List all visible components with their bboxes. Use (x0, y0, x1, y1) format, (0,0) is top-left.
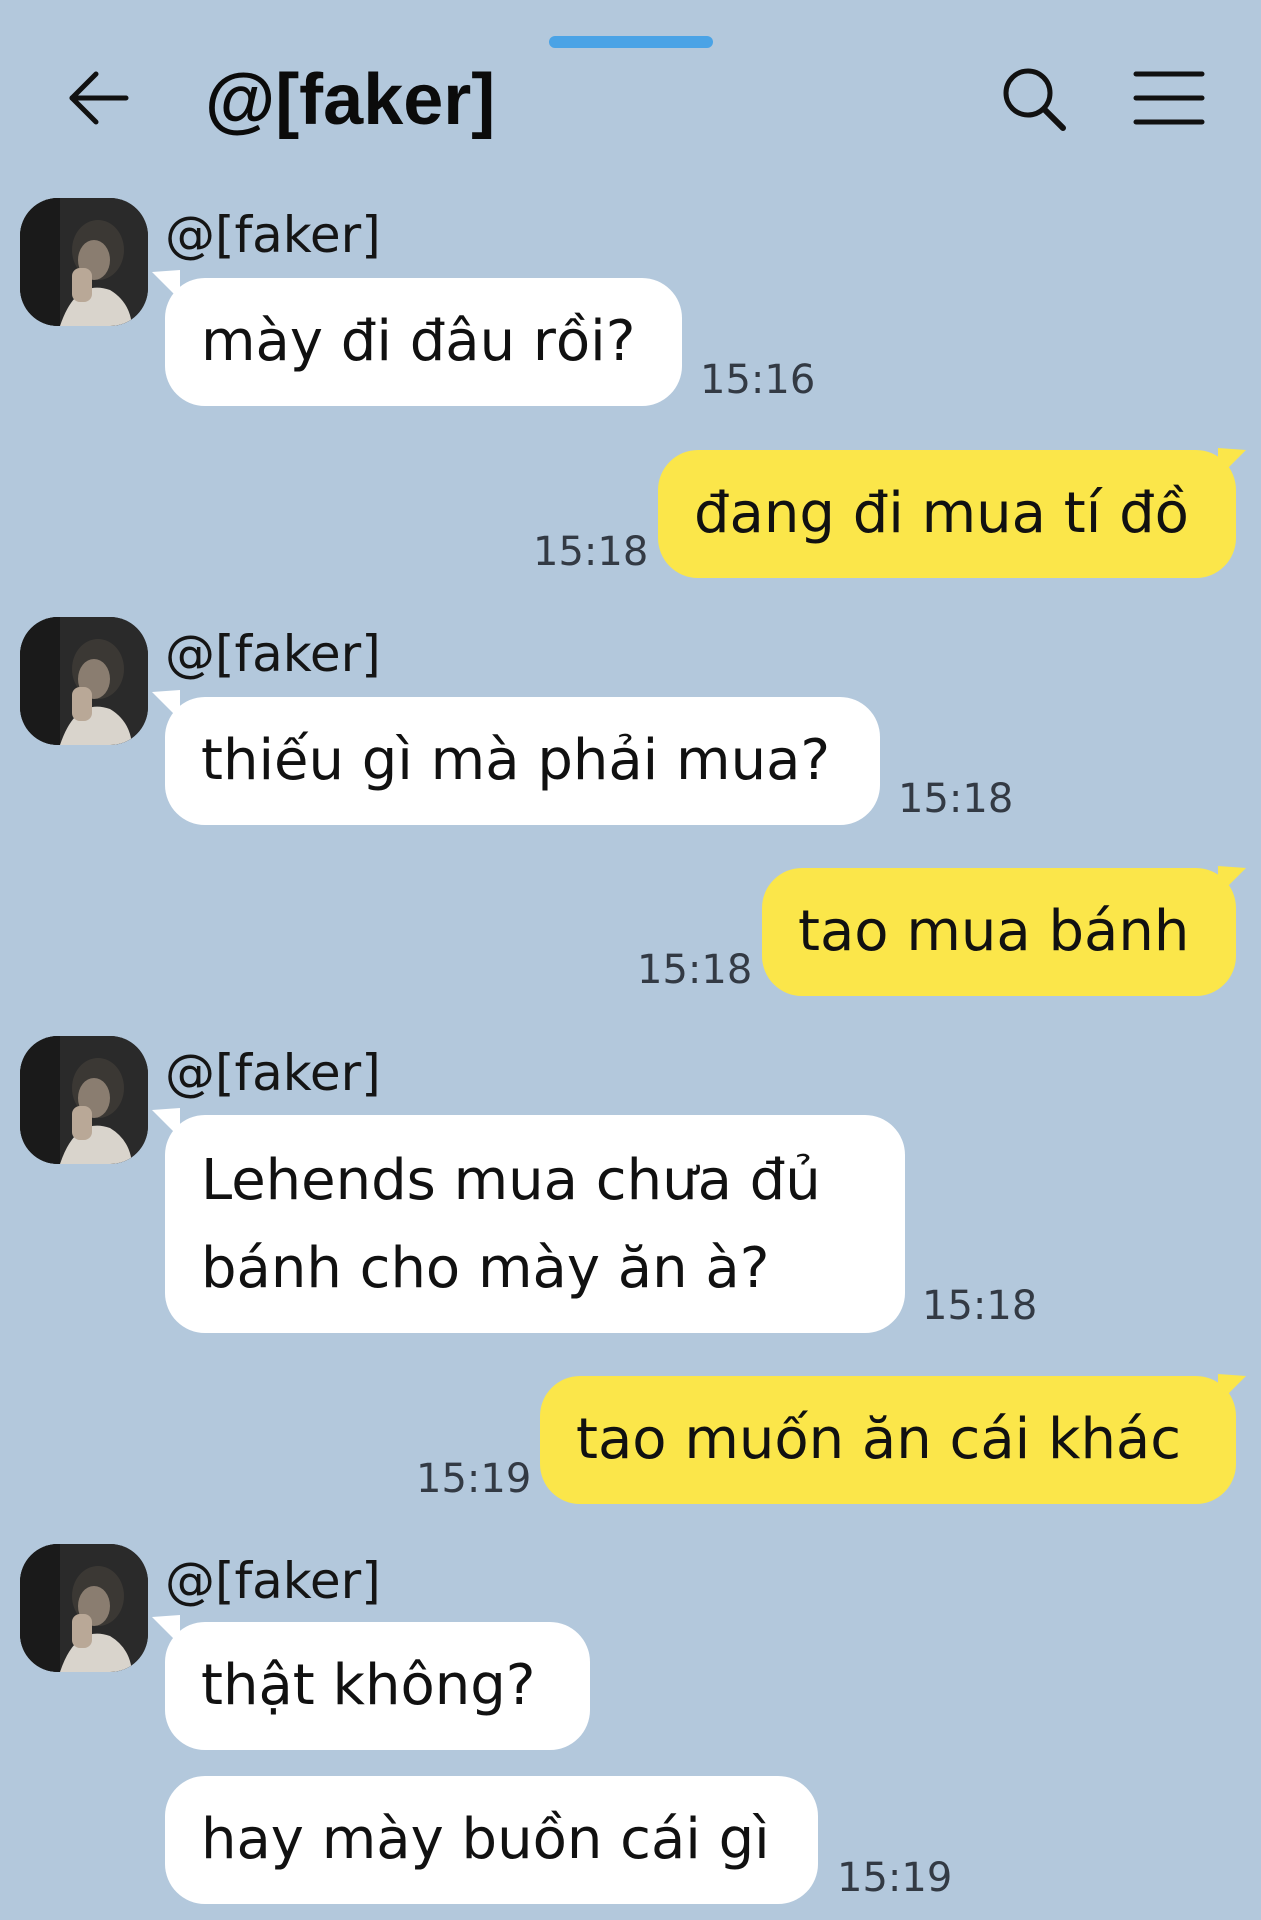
message-bubble-outgoing[interactable]: tao muốn ăn cái khác (540, 1376, 1236, 1504)
bubble-tail (1218, 448, 1246, 478)
avatar-photo (20, 198, 148, 326)
message-time: 15:19 (416, 1456, 532, 1502)
avatar[interactable] (20, 1544, 148, 1672)
message-bubble-incoming[interactable]: thật không? (165, 1622, 590, 1750)
menu-button[interactable] (1130, 60, 1210, 140)
chat-title: @[faker] (205, 60, 496, 140)
message-bubble-incoming[interactable]: Lehends mua chưa đủ bánh cho mày ăn à? (165, 1115, 905, 1333)
avatar[interactable] (20, 1036, 148, 1164)
message-bubble-incoming[interactable]: thiếu gì mà phải mua? (165, 697, 880, 825)
arrow-left-icon (69, 71, 129, 125)
message-bubble-outgoing[interactable]: tao mua bánh (762, 868, 1236, 996)
message-text: thật không? (201, 1653, 536, 1718)
message-text: thiếu gì mà phải mua? (201, 728, 831, 793)
hamburger-menu-icon (1133, 71, 1205, 125)
message-text-line: Lehends mua chưa đủ (201, 1148, 821, 1213)
sender-name: @[faker] (165, 206, 381, 264)
message-time: 15:19 (837, 1855, 953, 1901)
avatar-photo (20, 617, 148, 745)
message-text-line: bánh cho mày ăn à? (201, 1236, 770, 1301)
message-text: đang đi mua tí đồ (694, 481, 1189, 546)
avatar[interactable] (20, 198, 148, 326)
message-bubble-incoming[interactable]: mày đi đâu rồi? (165, 278, 682, 406)
chat-header: @[faker] (0, 0, 1261, 170)
message-time: 15:18 (922, 1283, 1038, 1329)
message-time: 15:18 (637, 947, 753, 993)
search-button[interactable] (995, 60, 1075, 140)
search-icon (1003, 68, 1066, 131)
message-time: 15:18 (898, 776, 1014, 822)
back-button[interactable] (60, 60, 140, 140)
sender-name: @[faker] (165, 1552, 381, 1610)
bubble-tail (1218, 866, 1246, 896)
avatar[interactable] (20, 617, 148, 745)
message-text: hay mày buồn cái gì (201, 1807, 770, 1872)
bubble-tail (1218, 1374, 1246, 1404)
message-bubble-outgoing[interactable]: đang đi mua tí đồ (658, 450, 1236, 578)
message-time: 15:16 (700, 357, 816, 403)
sender-name: @[faker] (165, 625, 381, 683)
avatar-photo (20, 1544, 148, 1672)
message-bubble-incoming[interactable]: hay mày buồn cái gì (165, 1776, 818, 1904)
avatar-photo (20, 1036, 148, 1164)
sender-name: @[faker] (165, 1044, 381, 1102)
message-time: 15:18 (533, 529, 649, 575)
message-text: tao mua bánh (798, 899, 1190, 964)
message-text: mày đi đâu rồi? (201, 309, 636, 374)
message-text: tao muốn ăn cái khác (576, 1407, 1182, 1472)
